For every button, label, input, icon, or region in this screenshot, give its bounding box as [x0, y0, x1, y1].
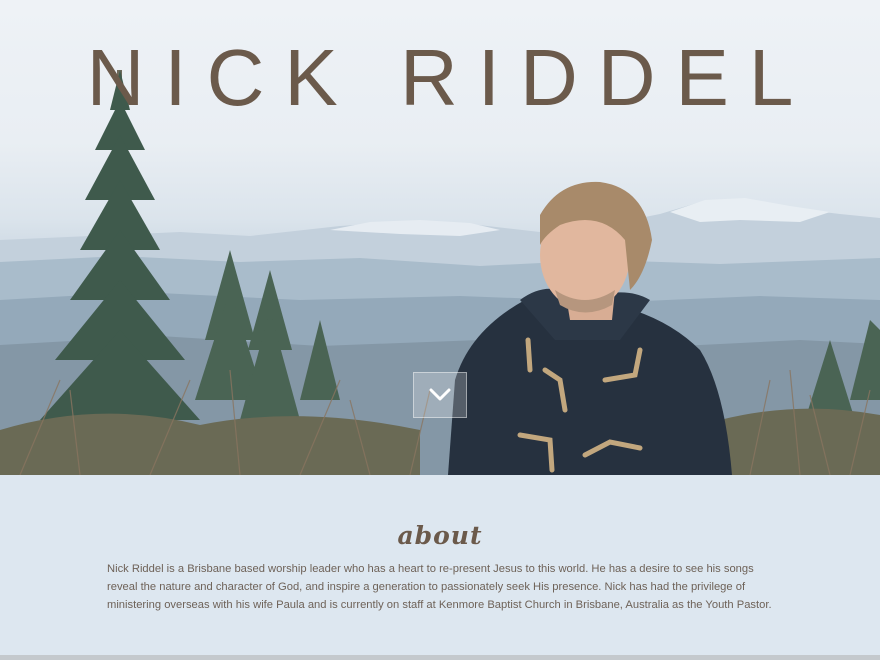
scroll-down-button[interactable] — [413, 372, 467, 418]
chevron-down-icon — [429, 388, 451, 401]
page-bottom-divider — [0, 655, 880, 660]
about-heading: about — [397, 521, 483, 550]
site-title: NICK RIDDEL — [86, 33, 814, 122]
about-section: about Nick Riddel is a Brisbane based wo… — [0, 475, 880, 655]
hero-section: NICK RIDDEL — [0, 0, 880, 475]
about-paragraph: Nick Riddel is a Brisbane based worship … — [107, 563, 772, 612]
